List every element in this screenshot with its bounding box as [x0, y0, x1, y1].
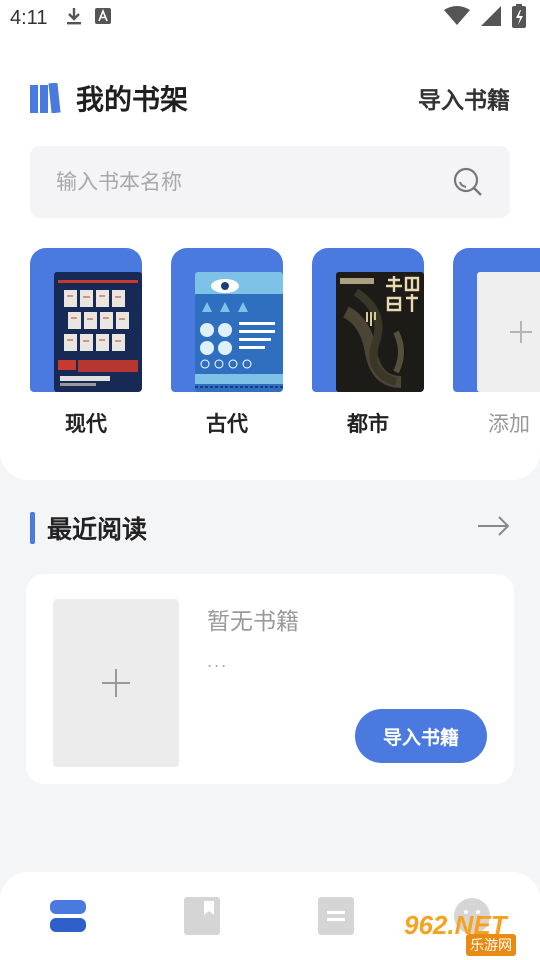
nav-bookmark[interactable] — [180, 894, 224, 938]
empty-description: ... — [207, 652, 229, 671]
recent-section-header: 最近阅读 — [30, 510, 510, 546]
bottom-nav — [0, 872, 540, 960]
category-item-modern[interactable]: 现代 — [30, 248, 142, 438]
bookmark-icon — [184, 897, 220, 935]
section-title: 最近阅读 — [47, 515, 148, 544]
search-box[interactable] — [30, 146, 510, 218]
import-books-button[interactable]: 导入书籍 — [355, 709, 487, 763]
bookshelf-panel: 我的书架 导入书籍 输入书本名称 现代 古代 都市 添加 — [0, 36, 540, 480]
a-notification-icon — [95, 8, 112, 28]
wifi-icon — [444, 6, 470, 30]
category-label: 现代 — [65, 412, 107, 436]
plus-icon — [102, 669, 130, 697]
section-accent-bar — [30, 512, 35, 544]
import-books-link[interactable]: 导入书籍 — [418, 81, 510, 115]
bookshelf-icon — [50, 900, 86, 932]
signal-icon — [480, 5, 502, 31]
add-placeholder — [453, 248, 540, 392]
status-bar: 4:11 — [0, 0, 540, 36]
download-icon — [65, 6, 83, 30]
category-item-urban[interactable]: 都市 — [312, 248, 424, 438]
header: 我的书架 导入书籍 — [30, 78, 510, 118]
document-icon — [318, 897, 354, 935]
category-label: 古代 — [206, 412, 248, 436]
category-item-ancient[interactable]: 古代 — [171, 248, 283, 438]
category-label: 添加 — [488, 412, 530, 436]
profile-icon — [454, 898, 490, 934]
category-label: 都市 — [347, 412, 389, 436]
bookshelf-logo-icon — [30, 82, 62, 114]
search-icon[interactable] — [452, 166, 484, 198]
category-list: 现代 古代 都市 添加 — [30, 248, 540, 448]
ancient-book-cover — [171, 248, 283, 392]
empty-title: 暂无书籍 — [207, 609, 299, 635]
page-title: 我的书架 — [76, 83, 189, 116]
plus-icon — [477, 272, 540, 392]
search-input[interactable] — [56, 170, 452, 194]
modern-book-cover — [30, 248, 142, 392]
nav-document[interactable] — [314, 894, 358, 938]
nav-profile[interactable] — [450, 894, 494, 938]
urban-book-cover — [312, 248, 424, 392]
add-book-cover[interactable] — [53, 599, 179, 767]
arrow-right-icon[interactable] — [478, 516, 510, 540]
category-item-add[interactable]: 添加 — [453, 248, 540, 438]
nav-bookshelf[interactable] — [46, 894, 90, 938]
status-time: 4:11 — [10, 6, 48, 29]
battery-charging-icon — [512, 4, 526, 32]
recent-card: 暂无书籍 ... 导入书籍 — [26, 574, 514, 784]
